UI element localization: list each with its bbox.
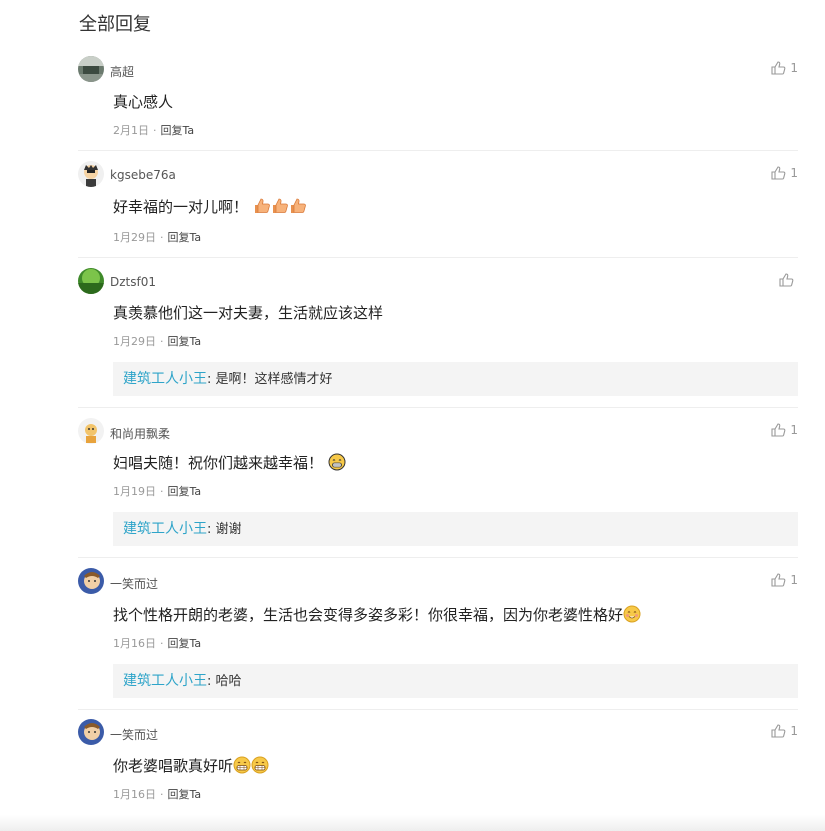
thumbs-up-icon bbox=[771, 573, 786, 587]
comment-text-body: 妇唱夫随！祝你们越来越幸福！ bbox=[113, 454, 324, 472]
smile-emoji-icon bbox=[623, 605, 641, 627]
sub-reply-author[interactable]: 建筑工人小王 bbox=[123, 521, 207, 537]
like-count: 1 bbox=[790, 724, 798, 738]
user-avatar[interactable] bbox=[78, 719, 104, 745]
sub-reply-author[interactable]: 建筑工人小王 bbox=[123, 371, 207, 387]
like-count: 1 bbox=[790, 573, 798, 587]
comment-meta: 1月19日 · 回复Ta bbox=[113, 483, 201, 499]
comment-text: 你老婆唱歌真好听 bbox=[113, 755, 269, 778]
sub-reply: 建筑工人小王: 哈哈 bbox=[113, 664, 798, 698]
comment-date: 1月16日 bbox=[113, 788, 156, 801]
comment-meta: 1月29日 · 回复Ta bbox=[113, 229, 201, 245]
meta-separator: · bbox=[160, 637, 164, 650]
like-count: 1 bbox=[790, 166, 798, 180]
user-avatar[interactable] bbox=[78, 418, 104, 444]
like-button[interactable] bbox=[779, 273, 794, 287]
comment-date: 1月19日 bbox=[113, 485, 156, 498]
like-button[interactable]: 1 bbox=[771, 166, 798, 180]
comment-text: 妇唱夫随！祝你们越来越幸福！ bbox=[113, 452, 346, 475]
comment-text-body: 好幸福的一对儿啊！ bbox=[113, 198, 249, 216]
like-count: 1 bbox=[790, 423, 798, 437]
comment-date: 1月29日 bbox=[113, 335, 156, 348]
thumbs-up-icon bbox=[771, 61, 786, 75]
username[interactable]: 高超 bbox=[110, 63, 134, 80]
user-avatar[interactable] bbox=[78, 161, 104, 187]
username[interactable]: 一笑而过 bbox=[110, 726, 158, 743]
comment-date: 1月16日 bbox=[113, 637, 156, 650]
like-count: 1 bbox=[790, 61, 798, 75]
thumbs-up-emoji-icon bbox=[253, 197, 271, 219]
username[interactable]: 和尚用飘柔 bbox=[110, 425, 170, 442]
comment-text: 好幸福的一对儿啊！ bbox=[113, 196, 307, 219]
comment-date: 1月29日 bbox=[113, 231, 156, 244]
comment-text: 真羡慕他们这一对夫妻，生活就应该这样 bbox=[113, 304, 384, 322]
reply-button[interactable]: 回复Ta bbox=[168, 231, 202, 244]
reply-button[interactable]: 回复Ta bbox=[168, 485, 202, 498]
sub-reply: 建筑工人小王: 谢谢 bbox=[113, 512, 798, 546]
username[interactable]: Dztsf01 bbox=[110, 275, 156, 289]
meta-separator: · bbox=[153, 124, 157, 137]
thumbs-up-icon bbox=[779, 273, 794, 287]
sub-reply-text: : 谢谢 bbox=[207, 522, 242, 537]
username[interactable]: 一笑而过 bbox=[110, 575, 158, 592]
divider bbox=[78, 709, 798, 710]
comment-meta: 1月16日 · 回复Ta bbox=[113, 635, 201, 651]
divider bbox=[78, 407, 798, 408]
sub-reply-author[interactable]: 建筑工人小王 bbox=[123, 673, 207, 689]
user-avatar[interactable] bbox=[78, 268, 104, 294]
grin-emoji-icon bbox=[233, 756, 251, 778]
grin-emoji-icon bbox=[251, 756, 269, 778]
sub-reply-text: : 是啊！这样感情才好 bbox=[207, 372, 333, 387]
divider bbox=[78, 257, 798, 258]
like-button[interactable]: 1 bbox=[771, 61, 798, 75]
meta-separator: · bbox=[160, 335, 164, 348]
comment-text-body: 你老婆唱歌真好听 bbox=[113, 757, 234, 775]
thumbs-up-emoji-icon bbox=[289, 197, 307, 219]
divider bbox=[78, 557, 798, 558]
comment-date: 2月1日 bbox=[113, 124, 149, 137]
comments-page: 全部回复 高超 1 真心感人 2月1日 · 回复Ta kgsebe76a 1 好… bbox=[0, 0, 825, 831]
comment-text: 真心感人 bbox=[113, 93, 174, 111]
comment-meta: 2月1日 · 回复Ta bbox=[113, 122, 194, 138]
divider bbox=[78, 150, 798, 151]
reply-button[interactable]: 回复Ta bbox=[168, 788, 202, 801]
like-button[interactable]: 1 bbox=[771, 573, 798, 587]
sub-reply-text: : 哈哈 bbox=[207, 674, 242, 689]
like-button[interactable]: 1 bbox=[771, 724, 798, 738]
user-avatar[interactable] bbox=[78, 56, 104, 82]
section-title: 全部回复 bbox=[79, 14, 151, 35]
thumbs-up-icon bbox=[771, 166, 786, 180]
meta-separator: · bbox=[160, 788, 164, 801]
comment-text-body: 找个性格开朗的老婆，生活也会变得多姿多彩！你很幸福，因为你老婆性格好 bbox=[113, 606, 624, 624]
comment-meta: 1月29日 · 回复Ta bbox=[113, 333, 201, 349]
reply-button[interactable]: 回复Ta bbox=[161, 124, 195, 137]
meta-separator: · bbox=[160, 231, 164, 244]
user-avatar[interactable] bbox=[78, 568, 104, 594]
reply-button[interactable]: 回复Ta bbox=[168, 637, 202, 650]
meta-separator: · bbox=[160, 485, 164, 498]
thumbs-up-icon bbox=[771, 724, 786, 738]
thumbs-up-icon bbox=[771, 423, 786, 437]
reply-button[interactable]: 回复Ta bbox=[168, 335, 202, 348]
comment-meta: 1月16日 · 回复Ta bbox=[113, 786, 201, 802]
thumbs-up-emoji-icon bbox=[271, 197, 289, 219]
bottom-fade bbox=[0, 815, 825, 831]
sub-reply: 建筑工人小王: 是啊！这样感情才好 bbox=[113, 362, 798, 396]
username[interactable]: kgsebe76a bbox=[110, 168, 176, 182]
grin-emoji-icon bbox=[328, 453, 346, 475]
comment-text: 找个性格开朗的老婆，生活也会变得多姿多彩！你很幸福，因为你老婆性格好 bbox=[113, 604, 641, 627]
like-button[interactable]: 1 bbox=[771, 423, 798, 437]
